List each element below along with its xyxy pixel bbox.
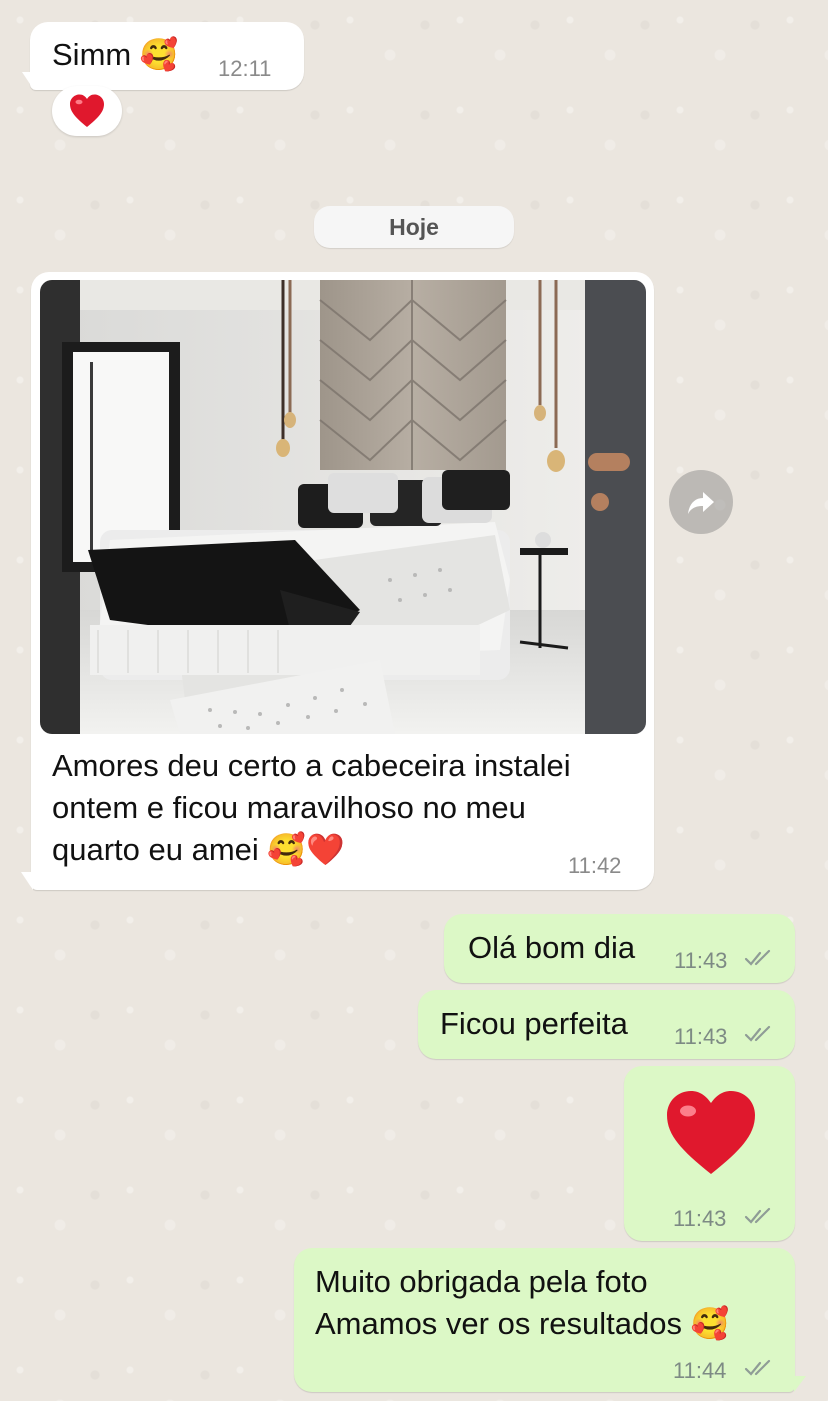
image-caption: Amores deu certo a cabeceira instalei on…: [52, 748, 571, 867]
double-check-icon: [744, 1359, 771, 1376]
message-text: Olá bom dia: [468, 930, 636, 965]
message-bubble-outgoing[interactable]: Olá bom dia 11:43: [444, 914, 795, 983]
message-bubble-outgoing[interactable]: Ficou perfeita 11:43: [418, 990, 795, 1059]
heart-icon: [70, 94, 104, 127]
message-bubble-incoming[interactable]: Simm 🥰 12:11: [30, 22, 304, 90]
forward-icon: [688, 492, 714, 514]
forward-button[interactable]: [669, 470, 733, 534]
message-time: 11:43: [673, 1206, 727, 1231]
message-time: 11:44: [673, 1358, 727, 1383]
double-check-icon: [744, 949, 771, 966]
message-text: Simm 🥰: [52, 37, 179, 72]
message-time: 12:11: [218, 56, 272, 81]
bubble-tail: [794, 1376, 806, 1392]
message-text: Ficou perfeita: [440, 1006, 628, 1041]
emoji-message-bubble[interactable]: 11:43: [624, 1066, 795, 1241]
message-reaction[interactable]: [52, 86, 122, 136]
bubble-tail: [22, 72, 34, 90]
date-separator: Hoje: [314, 206, 514, 248]
message-time: 11:42: [568, 853, 622, 878]
double-check-icon: [744, 1025, 771, 1042]
message-text: Muito obrigada pela foto Amamos ver os r…: [315, 1264, 730, 1341]
message-time: 11:43: [674, 1024, 728, 1049]
heart-icon: [667, 1091, 755, 1174]
message-time: 11:43: [674, 948, 728, 973]
bubble-tail: [21, 872, 33, 890]
double-check-icon: [744, 1207, 771, 1224]
bedroom-photo[interactable]: [40, 280, 646, 734]
message-bubble-outgoing[interactable]: Muito obrigada pela foto Amamos ver os r…: [294, 1248, 795, 1392]
